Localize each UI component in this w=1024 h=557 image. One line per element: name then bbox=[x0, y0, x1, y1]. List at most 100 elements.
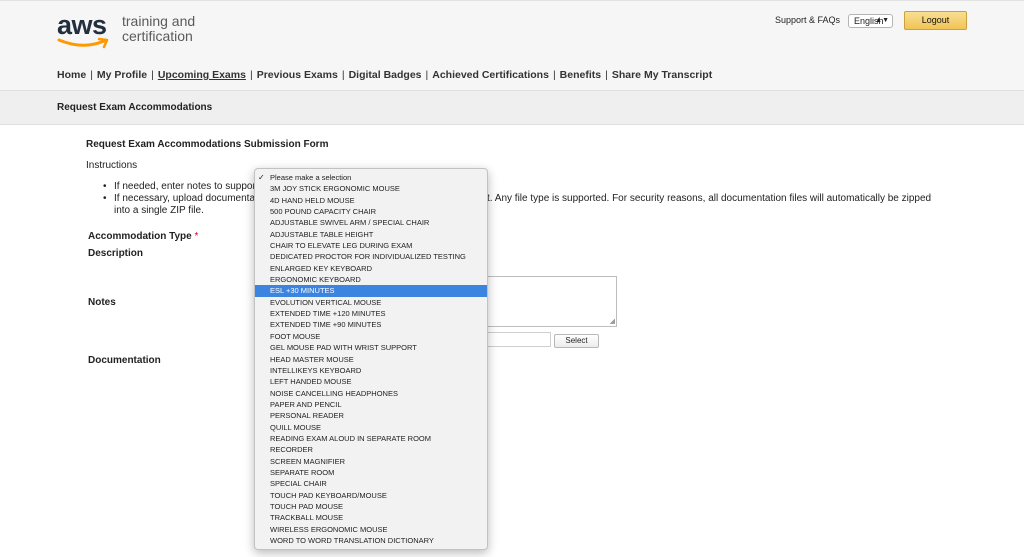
dropdown-option-4d-hand-held-mouse[interactable]: 4D HAND HELD MOUSE bbox=[255, 195, 487, 206]
dropdown-option-label: WIRELESS ERGONOMIC MOUSE bbox=[270, 524, 388, 534]
dropdown-option-chair-to-elevate-leg-during-exam[interactable]: CHAIR TO ELEVATE LEG DURING EXAM bbox=[255, 240, 487, 251]
dropdown-option-label: DEDICATED PROCTOR FOR INDIVIDUALIZED TES… bbox=[270, 252, 466, 262]
dropdown-option-label: FOOT MOUSE bbox=[270, 331, 321, 341]
instruction-bullet-2-tail: t. Any file type is supported. For secur… bbox=[487, 193, 932, 204]
dropdown-option-recorder[interactable]: RECORDER bbox=[255, 444, 487, 455]
dropdown-option-500-pound-capacity-chair[interactable]: 500 POUND CAPACITY CHAIR bbox=[255, 206, 487, 217]
dropdown-option-label: SPECIAL CHAIR bbox=[270, 479, 327, 489]
dropdown-option-label: INTELLIKEYS KEYBOARD bbox=[270, 365, 362, 375]
dropdown-option-label: WORD TO WORD TRANSLATION DICTIONARY bbox=[270, 536, 434, 545]
dropdown-option-label: EVOLUTION VERTICAL MOUSE bbox=[270, 297, 382, 307]
nav-home[interactable]: Home bbox=[57, 69, 86, 81]
description-label: Description bbox=[88, 248, 144, 259]
logo-tagline-line1: training and bbox=[122, 13, 196, 29]
support-faqs-link[interactable]: Support & FAQs bbox=[775, 15, 840, 25]
dropdown-option-gel-mouse-pad-with-wrist-support[interactable]: GEL MOUSE PAD WITH WRIST SUPPORT bbox=[255, 342, 487, 353]
instruction-bullet-2: • If necessary, upload documenta bbox=[103, 193, 256, 204]
notes-textarea[interactable]: ◢ bbox=[486, 276, 617, 327]
nav-achieved-certifications[interactable]: Achieved Certifications bbox=[432, 69, 549, 81]
dropdown-option-label: NOISE CANCELLING HEADPHONES bbox=[270, 388, 398, 398]
dropdown-option-separate-room[interactable]: SEPARATE ROOM bbox=[255, 467, 487, 478]
dropdown-option-screen-magnifier[interactable]: SCREEN MAGNIFIER bbox=[255, 456, 487, 467]
aws-training-logo[interactable]: aws training and certification bbox=[57, 9, 217, 53]
nav-digital-badges[interactable]: Digital Badges bbox=[349, 69, 422, 81]
dropdown-option-label: RECORDER bbox=[270, 445, 313, 455]
dropdown-option-3m-joy-stick-ergonomic-mouse[interactable]: 3M JOY STICK ERGONOMIC MOUSE bbox=[255, 183, 487, 194]
logo-tagline: training and certification bbox=[122, 14, 195, 44]
documentation-label: Documentation bbox=[88, 355, 161, 366]
dropdown-option-left-handed-mouse[interactable]: LEFT HANDED MOUSE bbox=[255, 376, 487, 387]
dropdown-option-please-make-a-selection[interactable]: ✓ Please make a selection bbox=[255, 172, 487, 183]
dropdown-option-label: 3M JOY STICK ERGONOMIC MOUSE bbox=[270, 184, 400, 194]
instructions-label: Instructions bbox=[86, 160, 138, 171]
dropdown-option-label: ENLARGED KEY KEYBOARD bbox=[270, 263, 372, 273]
nav-separator: | bbox=[552, 69, 556, 81]
dropdown-option-paper-and-pencil[interactable]: PAPER AND PENCIL bbox=[255, 399, 487, 410]
nav-upcoming-exams[interactable]: Upcoming Exams bbox=[158, 69, 246, 81]
dropdown-option-label: EXTENDED TIME +90 MINUTES bbox=[270, 320, 382, 330]
resize-grip-icon[interactable]: ◢ bbox=[610, 318, 615, 325]
dropdown-option-noise-cancelling-headphones[interactable]: NOISE CANCELLING HEADPHONES bbox=[255, 388, 487, 399]
nav-my-profile[interactable]: My Profile bbox=[97, 69, 147, 81]
dropdown-option-label: QUILL MOUSE bbox=[270, 422, 321, 432]
dropdown-option-label: 500 POUND CAPACITY CHAIR bbox=[270, 207, 376, 217]
instruction-bullet-2-text: If necessary, upload documenta bbox=[114, 193, 256, 204]
dropdown-option-label: TOUCH PAD MOUSE bbox=[270, 501, 344, 511]
dropdown-option-label: READING EXAM ALOUD IN SEPARATE ROOM bbox=[270, 433, 432, 443]
dropdown-option-touch-pad-mouse[interactable]: TOUCH PAD MOUSE bbox=[255, 501, 487, 512]
dropdown-option-special-chair[interactable]: SPECIAL CHAIR bbox=[255, 478, 487, 489]
dropdown-option-reading-exam-aloud-in-separate-room[interactable]: READING EXAM ALOUD IN SEPARATE ROOM bbox=[255, 433, 487, 444]
documentation-file-input[interactable] bbox=[486, 332, 551, 347]
accommodation-type-label: Accommodation Type * bbox=[88, 231, 198, 242]
dropdown-option-touch-pad-keyboard-mouse[interactable]: TOUCH PAD KEYBOARD/MOUSE bbox=[255, 490, 487, 501]
dropdown-option-label: HEAD MASTER MOUSE bbox=[270, 354, 354, 364]
nav-separator: | bbox=[151, 69, 154, 81]
logo-tagline-line2: certification bbox=[122, 28, 193, 44]
dropdown-option-foot-mouse[interactable]: FOOT MOUSE bbox=[255, 331, 487, 342]
dropdown-option-quill-mouse[interactable]: QUILL MOUSE bbox=[255, 422, 487, 433]
dropdown-option-dedicated-proctor-for-individualized-testing[interactable]: DEDICATED PROCTOR FOR INDIVIDUALIZED TES… bbox=[255, 251, 487, 262]
language-select[interactable]: English ▲▼ bbox=[848, 14, 893, 28]
dropdown-option-head-master-mouse[interactable]: HEAD MASTER MOUSE bbox=[255, 354, 487, 365]
notes-label: Notes bbox=[88, 297, 116, 308]
dropdown-option-label: CHAIR TO ELEVATE LEG DURING EXAM bbox=[270, 241, 413, 251]
dropdown-option-personal-reader[interactable]: PERSONAL READER bbox=[255, 410, 487, 421]
dropdown-option-label: EXTENDED TIME +120 MINUTES bbox=[270, 309, 386, 319]
nav-benefits[interactable]: Benefits bbox=[560, 69, 601, 81]
nav-previous-exams[interactable]: Previous Exams bbox=[257, 69, 338, 81]
nav-separator: | bbox=[425, 69, 429, 81]
logout-button[interactable]: Logout bbox=[904, 11, 967, 30]
dropdown-option-extended-time-90-minutes[interactable]: EXTENDED TIME +90 MINUTES bbox=[255, 319, 487, 330]
dropdown-option-adjustable-table-height[interactable]: ADJUSTABLE TABLE HEIGHT bbox=[255, 229, 487, 240]
dropdown-option-esl-30-minutes[interactable]: ESL +30 MINUTES bbox=[255, 285, 487, 297]
accommodation-type-label-text: Accommodation Type bbox=[88, 231, 192, 242]
instruction-bullet-2-line2: into a single ZIP file. bbox=[114, 205, 204, 216]
dropdown-option-label: ADJUSTABLE TABLE HEIGHT bbox=[270, 229, 374, 239]
dropdown-option-label: TOUCH PAD KEYBOARD/MOUSE bbox=[270, 490, 387, 500]
nav-separator: | bbox=[605, 69, 608, 81]
dropdown-option-evolution-vertical-mouse[interactable]: EVOLUTION VERTICAL MOUSE bbox=[255, 297, 487, 308]
dropdown-option-ergonomic-keyboard[interactable]: ERGONOMIC KEYBOARD bbox=[255, 274, 487, 285]
dropdown-option-label: ADJUSTABLE SWIVEL ARM / SPECIAL CHAIR bbox=[270, 218, 430, 228]
section-title: Request Exam Accommodations bbox=[57, 102, 213, 113]
select-arrows-icon: ▲▼ bbox=[875, 17, 889, 24]
checkmark-icon: ✓ bbox=[258, 173, 265, 182]
dropdown-option-label: Please make a selection bbox=[270, 173, 352, 182]
dropdown-option-intellikeys-keyboard[interactable]: INTELLIKEYS KEYBOARD bbox=[255, 365, 487, 376]
dropdown-option-word-to-word-translation-dictionary[interactable]: WORD TO WORD TRANSLATION DICTIONARY bbox=[255, 535, 487, 546]
form-title: Request Exam Accommodations Submission F… bbox=[86, 139, 329, 150]
dropdown-option-label: PERSONAL READER bbox=[270, 411, 344, 421]
dropdown-option-adjustable-swivel-arm-special-chair[interactable]: ADJUSTABLE SWIVEL ARM / SPECIAL CHAIR bbox=[255, 217, 487, 228]
dropdown-option-trackball-mouse[interactable]: TRACKBALL MOUSE bbox=[255, 512, 487, 523]
accommodation-type-dropdown[interactable]: ✓ Please make a selection 3M JOY STICK ERG… bbox=[254, 168, 488, 550]
instruction-bullet-1-text: If needed, enter notes to suppor bbox=[114, 181, 256, 192]
select-file-button[interactable]: Select bbox=[554, 334, 599, 348]
dropdown-option-enlarged-key-keyboard[interactable]: ENLARGED KEY KEYBOARD bbox=[255, 263, 487, 274]
nav-share-transcript[interactable]: Share My Transcript bbox=[612, 69, 712, 81]
main-nav: Home | My Profile | Upcoming Exams | Previous … bbox=[57, 69, 712, 83]
required-marker: * bbox=[194, 231, 199, 242]
bullet-dot: • bbox=[103, 181, 107, 192]
dropdown-option-wireless-ergonomic-mouse[interactable]: WIRELESS ERGONOMIC MOUSE bbox=[255, 524, 487, 535]
dropdown-option-extended-time-120-minutes[interactable]: EXTENDED TIME +120 MINUTES bbox=[255, 308, 487, 319]
dropdown-option-label: LEFT HANDED MOUSE bbox=[270, 377, 352, 387]
